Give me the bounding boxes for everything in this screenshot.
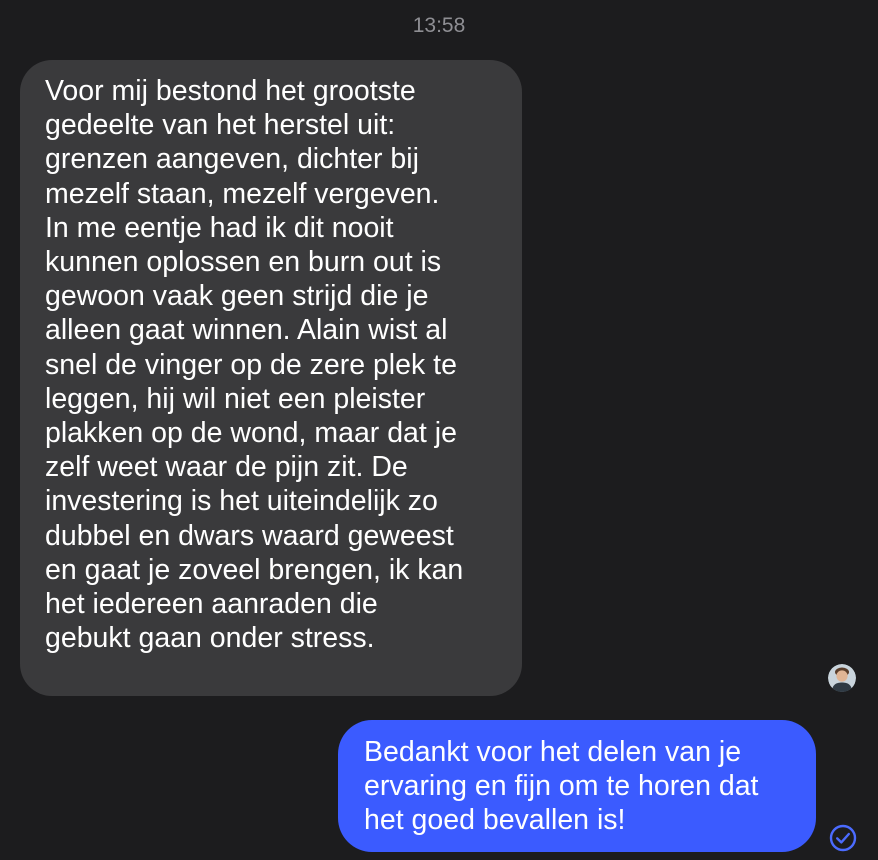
avatar-icon xyxy=(828,664,856,692)
read-receipt-avatar xyxy=(828,664,856,692)
message-timestamp: 13:58 xyxy=(412,14,466,37)
sent-status-indicator xyxy=(829,824,857,852)
incoming-message-bubble[interactable]: Voor mij bestond het grootste gedeelte v… xyxy=(20,60,522,696)
check-circle-icon xyxy=(829,824,857,852)
outgoing-message-bubble[interactable]: Bedankt voor het delen van je ervaring e… xyxy=(338,720,816,852)
